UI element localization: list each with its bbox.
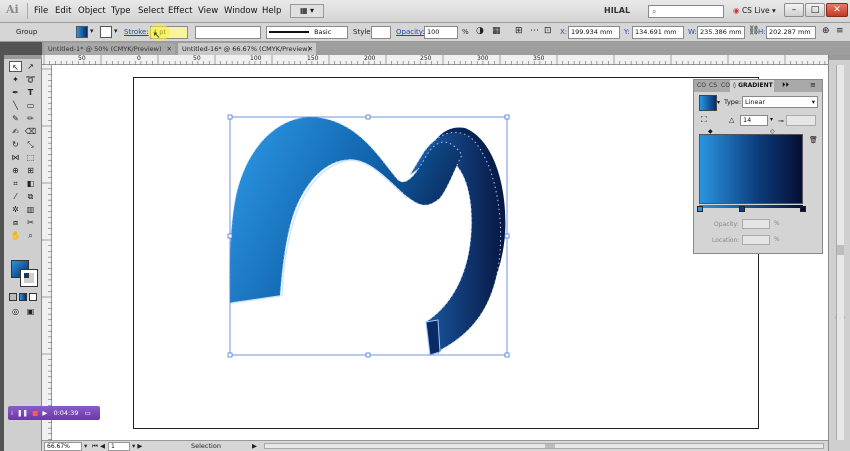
- angle-input[interactable]: 14: [740, 115, 768, 126]
- horizontal-scrollbar[interactable]: [264, 443, 824, 449]
- gradient-preview-swatch[interactable]: [699, 95, 717, 111]
- prev-artboard-icon[interactable]: ◀: [100, 442, 105, 450]
- m-end-cap: [425, 319, 441, 356]
- vertical-scrollbar[interactable]: [836, 65, 844, 440]
- location-percent: %: [774, 236, 780, 243]
- gradient-slider[interactable]: [699, 205, 803, 208]
- type-label: Type:: [724, 98, 742, 106]
- recording-timer: 0:04:39: [53, 409, 79, 417]
- panel-menu-icon[interactable]: ≡: [810, 81, 816, 89]
- stop-location-input: [742, 235, 770, 245]
- first-artboard-icon[interactable]: ⏮: [92, 442, 98, 451]
- pause-icon[interactable]: ❚❚: [17, 409, 28, 417]
- next-artboard-icon[interactable]: ▾ ▶: [132, 442, 142, 450]
- color-stop-end[interactable]: [800, 206, 806, 212]
- vertical-scroll-thumb[interactable]: [837, 245, 844, 255]
- artboard-number-input[interactable]: 1: [108, 442, 130, 451]
- zoom-value: 66.67%: [47, 443, 70, 450]
- opacity-label: Opacity:: [714, 221, 739, 228]
- m-left-arch-face: [229, 116, 463, 304]
- stop-opacity-input: [742, 219, 770, 229]
- stop-icon[interactable]: ■: [32, 409, 38, 417]
- aspect-ratio-icon: ⊸: [778, 117, 784, 125]
- stroke-gradient-icon[interactable]: ⛶: [701, 115, 707, 125]
- letter-m-artwork[interactable]: [229, 116, 506, 356]
- location-label: Location:: [712, 237, 740, 244]
- dock-grip: [829, 55, 850, 60]
- color-stop-start[interactable]: [697, 206, 703, 212]
- opacity-percent: %: [774, 220, 780, 227]
- current-tool-status: Selection: [191, 442, 221, 450]
- collapse-icon[interactable]: ⏵⏵: [782, 81, 789, 90]
- tab-color-guide[interactable]: CS: [706, 80, 717, 92]
- aspect-ratio-input: [786, 115, 816, 126]
- tab-gradient[interactable]: ◊ GRADIENT: [730, 80, 774, 92]
- zoom-select[interactable]: 66.67%: [44, 442, 82, 451]
- recorder-menu-icon[interactable]: ▭: [85, 409, 91, 417]
- gradient-panel: CO CS CO ◊ GRADIENT ⏵⏵ ≡ ▾ Type: Linear …: [693, 79, 823, 254]
- gradient-preview-dropdown-icon[interactable]: ▾: [717, 99, 720, 106]
- gradient-annotator-preview[interactable]: [699, 134, 803, 204]
- tab-color[interactable]: CO: [694, 80, 706, 92]
- color-stop-mid[interactable]: [739, 206, 745, 212]
- status-bar: 66.67% ▾ ⏮ ◀ 1 ▾ ▶ Selection ▶: [42, 440, 828, 451]
- horizontal-scroll-thumb[interactable]: [545, 444, 555, 448]
- recorder-grip-icon: ⁞: [11, 409, 14, 417]
- angle-icon: △: [729, 116, 735, 124]
- angle-dropdown-icon[interactable]: ▾: [770, 116, 773, 123]
- play-icon[interactable]: ▶: [42, 409, 47, 417]
- zoom-dropdown-icon[interactable]: ▾: [84, 442, 87, 450]
- chevron-down-icon: ▾: [811, 98, 815, 106]
- trash-icon[interactable]: 🗑: [809, 136, 818, 144]
- gradient-type-select[interactable]: Linear ▾: [742, 96, 818, 108]
- status-menu-icon[interactable]: ▶: [252, 442, 257, 450]
- tab-gradient-label: GRADIENT: [738, 82, 773, 89]
- tab-swatches[interactable]: CO: [718, 80, 730, 92]
- gradient-type-value: Linear: [745, 98, 766, 106]
- screen-recorder-widget[interactable]: ⁞ ❚❚ ■ ▶ 0:04:39 ▭: [8, 406, 100, 420]
